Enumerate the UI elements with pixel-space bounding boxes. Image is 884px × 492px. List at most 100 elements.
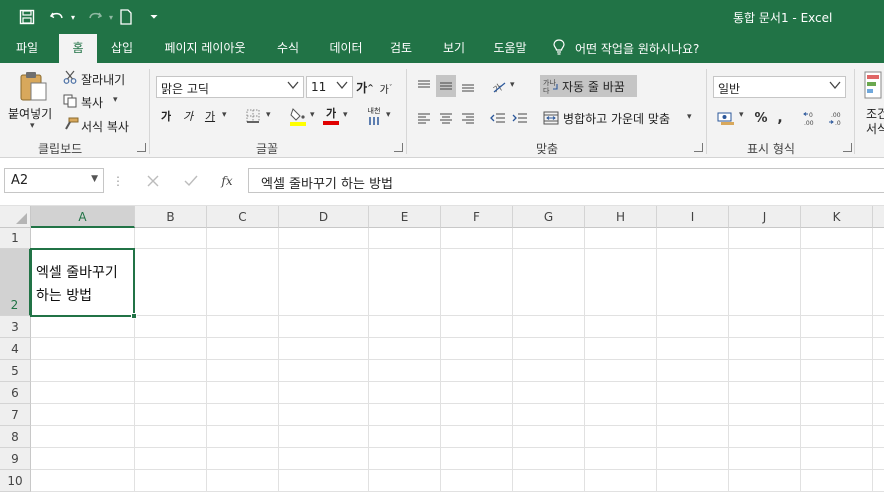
formula-input[interactable]: 엑셀 줄바꾸기 하는 방법 bbox=[248, 168, 884, 193]
decrease-decimal-icon[interactable]: .00.0 bbox=[826, 107, 846, 129]
column-header-f[interactable]: F bbox=[441, 206, 513, 228]
cancel-icon[interactable] bbox=[142, 170, 164, 192]
save-icon[interactable] bbox=[16, 7, 38, 27]
column-header-i[interactable]: I bbox=[657, 206, 729, 228]
align-top-icon[interactable] bbox=[414, 75, 434, 97]
undo-icon[interactable] bbox=[46, 7, 68, 27]
column-header-k[interactable]: K bbox=[801, 206, 873, 228]
align-middle-icon[interactable] bbox=[436, 75, 456, 97]
column-header-e[interactable]: E bbox=[369, 206, 441, 228]
column-header-h[interactable]: H bbox=[585, 206, 657, 228]
tab-page-layout[interactable]: 페이지 레이아웃 bbox=[152, 34, 258, 63]
comma-style-icon[interactable]: , bbox=[772, 107, 788, 129]
redo-dropdown-icon[interactable]: ▾ bbox=[106, 7, 116, 27]
undo-dropdown-icon[interactable]: ▾ bbox=[68, 7, 78, 27]
group-divider bbox=[149, 69, 150, 154]
tell-me-box[interactable]: 어떤 작업을 원하시나요? bbox=[553, 34, 699, 63]
column-header-j[interactable]: J bbox=[729, 206, 801, 228]
font-color-icon[interactable]: 가 bbox=[322, 105, 340, 127]
increase-decimal-icon[interactable]: 0.00 bbox=[802, 107, 822, 129]
fill-color-dropdown-icon[interactable]: ▾ bbox=[310, 110, 315, 120]
number-launcher-icon[interactable] bbox=[843, 143, 852, 152]
row-header-2[interactable]: 2 bbox=[0, 249, 31, 316]
copy-button[interactable]: 복사 bbox=[81, 94, 103, 111]
gridline bbox=[206, 228, 207, 492]
row-header-4[interactable]: 4 bbox=[0, 338, 31, 360]
paste-dropdown-icon[interactable]: ▾ bbox=[30, 121, 35, 131]
number-format-select[interactable]: 일반 bbox=[713, 76, 846, 98]
tab-help[interactable]: 도움말 bbox=[484, 34, 536, 63]
underline-button[interactable]: 가 bbox=[202, 107, 218, 125]
increase-indent-icon[interactable] bbox=[510, 107, 530, 129]
redo-icon[interactable] bbox=[84, 7, 106, 27]
column-header-c[interactable]: C bbox=[207, 206, 279, 228]
column-header-d[interactable]: D bbox=[279, 206, 369, 228]
decrease-font-size-icon[interactable]: 가ˇ bbox=[378, 79, 394, 97]
align-bottom-icon[interactable] bbox=[458, 75, 478, 97]
decrease-indent-icon[interactable] bbox=[488, 107, 508, 129]
paste-button[interactable]: 붙여넣기 bbox=[8, 105, 52, 122]
row-header-10[interactable]: 10 bbox=[0, 470, 31, 492]
column-header-partial[interactable] bbox=[873, 206, 884, 228]
worksheet-grid[interactable]: A B C D E F G H I J K 1 2 3 4 5 6 7 8 9 … bbox=[0, 206, 884, 492]
row-header-8[interactable]: 8 bbox=[0, 426, 31, 448]
row-header-1[interactable]: 1 bbox=[0, 228, 31, 249]
formula-input-value: 엑셀 줄바꾸기 하는 방법 bbox=[261, 177, 393, 192]
tab-file[interactable]: 파일 bbox=[5, 34, 49, 63]
tab-view[interactable]: 보기 bbox=[434, 34, 474, 63]
orientation-icon[interactable]: 가 bbox=[488, 75, 510, 97]
tab-insert[interactable]: 삽입 bbox=[102, 34, 142, 63]
row-header-5[interactable]: 5 bbox=[0, 360, 31, 382]
clipboard-launcher-icon[interactable] bbox=[137, 143, 146, 152]
tab-home[interactable]: 홈 bbox=[59, 34, 97, 63]
alignment-launcher-icon[interactable] bbox=[694, 143, 703, 152]
row-header-9[interactable]: 9 bbox=[0, 448, 31, 470]
bold-button[interactable]: 가 bbox=[158, 107, 174, 125]
more-options-icon[interactable]: ⋮ bbox=[112, 172, 124, 190]
font-launcher-icon[interactable] bbox=[394, 143, 403, 152]
borders-dropdown-icon[interactable]: ▾ bbox=[266, 110, 271, 120]
paste-icon[interactable] bbox=[16, 69, 50, 103]
accounting-format-icon[interactable] bbox=[716, 107, 736, 129]
insert-function-button[interactable]: fx bbox=[216, 170, 238, 192]
conditional-formatting-icon[interactable] bbox=[862, 69, 884, 101]
enter-icon[interactable] bbox=[180, 170, 202, 192]
phonetic-dropdown-icon[interactable]: ▾ bbox=[386, 110, 391, 120]
customize-qat-icon[interactable]: ⏷ bbox=[146, 7, 162, 27]
tab-review[interactable]: 검토 bbox=[381, 34, 421, 63]
column-header-b[interactable]: B bbox=[135, 206, 207, 228]
increase-font-size-icon[interactable]: 가 ^ bbox=[356, 77, 374, 97]
column-header-a[interactable]: A bbox=[31, 206, 135, 228]
column-header-g[interactable]: G bbox=[513, 206, 585, 228]
select-all-button[interactable] bbox=[0, 206, 31, 228]
wrap-text-button[interactable]: 가나 다 자동 줄 바꿈 bbox=[540, 75, 637, 97]
font-size-select[interactable]: 11 bbox=[306, 76, 353, 98]
font-name-select[interactable]: 맑은 고딕 bbox=[156, 76, 304, 98]
row-header-3[interactable]: 3 bbox=[0, 316, 31, 338]
name-box[interactable]: A2 ▼ bbox=[4, 168, 104, 193]
conditional-formatting-label-bottom[interactable]: 서식 bbox=[866, 120, 884, 137]
merge-center-button[interactable]: 병합하고 가운데 맞춤 ▾ bbox=[540, 107, 700, 129]
align-center-icon[interactable] bbox=[436, 107, 456, 129]
align-right-icon[interactable] bbox=[458, 107, 478, 129]
active-cell-a2[interactable] bbox=[30, 248, 137, 319]
format-painter-button[interactable]: 서식 복사 bbox=[81, 118, 129, 135]
underline-dropdown-icon[interactable]: ▾ bbox=[222, 110, 227, 120]
fill-color-icon[interactable] bbox=[288, 105, 308, 127]
borders-icon[interactable] bbox=[244, 107, 262, 125]
cut-button[interactable]: 잘라내기 bbox=[81, 71, 125, 88]
row-header-6[interactable]: 6 bbox=[0, 382, 31, 404]
accounting-dropdown-icon[interactable]: ▾ bbox=[739, 110, 744, 120]
phonetic-guide-icon[interactable]: 내천 bbox=[364, 105, 384, 127]
italic-button[interactable]: 가 bbox=[180, 107, 196, 125]
orientation-dropdown-icon[interactable]: ▾ bbox=[510, 80, 515, 90]
copy-dropdown-icon[interactable]: ▾ bbox=[113, 95, 118, 105]
font-color-dropdown-icon[interactable]: ▾ bbox=[343, 110, 348, 120]
row-header-7[interactable]: 7 bbox=[0, 404, 31, 426]
tab-data[interactable]: 데이터 bbox=[320, 34, 372, 63]
align-left-icon[interactable] bbox=[414, 107, 434, 129]
fill-handle[interactable] bbox=[131, 313, 137, 319]
percent-style-button[interactable]: % bbox=[752, 107, 770, 129]
tab-formulas[interactable]: 수식 bbox=[268, 34, 308, 63]
new-file-icon[interactable] bbox=[116, 7, 136, 27]
